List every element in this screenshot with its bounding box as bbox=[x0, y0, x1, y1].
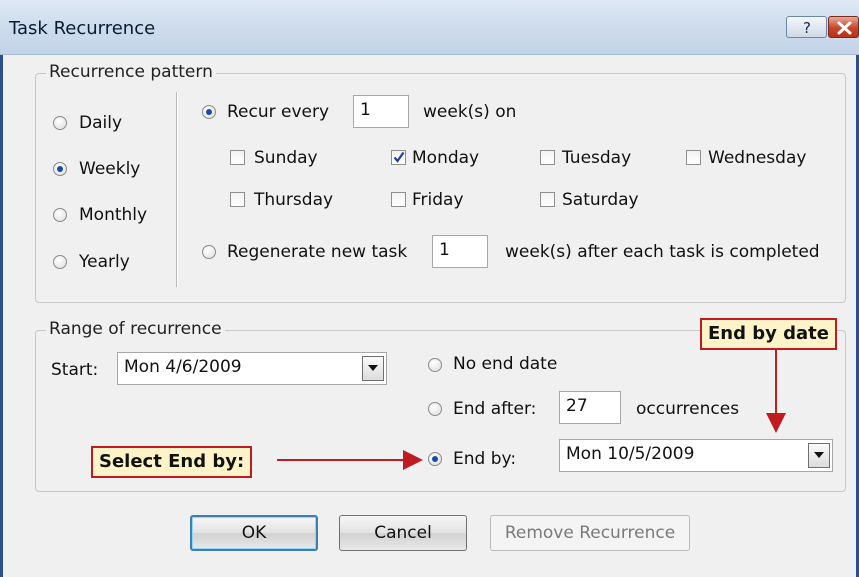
callout-arrows bbox=[277, 349, 786, 470]
window-frame-left bbox=[0, 55, 3, 577]
window-title: Task Recurrence bbox=[9, 18, 156, 39]
task-recurrence-dialog: Task Recurrence ? Recurrence pattern Dai… bbox=[0, 0, 859, 577]
close-icon bbox=[837, 21, 852, 35]
help-glyph: ? bbox=[803, 19, 811, 37]
close-button[interactable] bbox=[828, 16, 859, 38]
title-bar: Task Recurrence ? bbox=[0, 0, 859, 55]
question-icon: ? bbox=[803, 19, 811, 37]
help-button[interactable]: ? bbox=[786, 16, 827, 38]
dialog-body: Recurrence pattern Daily Weekly Monthly … bbox=[0, 55, 859, 577]
